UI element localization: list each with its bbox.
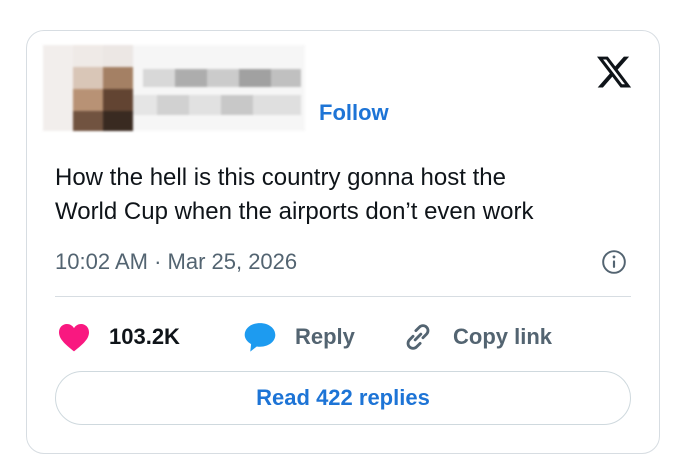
info-icon[interactable] bbox=[601, 249, 627, 275]
copy-link-label: Copy link bbox=[453, 324, 553, 349]
post-timestamp[interactable]: 10:02 AM · Mar 25, 2026 bbox=[55, 249, 297, 275]
copy-link-button[interactable]: Copy link bbox=[401, 317, 552, 357]
like-button[interactable]: 103.2K bbox=[57, 317, 180, 357]
like-count: 103.2K bbox=[109, 324, 180, 349]
reply-label: Reply bbox=[295, 324, 355, 349]
speech-bubble-icon bbox=[244, 323, 276, 352]
post-text: How the hell is this country gonna host … bbox=[55, 164, 534, 225]
divider bbox=[55, 296, 631, 297]
reply-button[interactable]: Reply bbox=[243, 317, 355, 357]
follow-button[interactable]: Follow bbox=[319, 100, 389, 126]
link-icon bbox=[406, 324, 430, 350]
blurred-author-info bbox=[43, 45, 305, 131]
embedded-post-card: Follow How the hell is this country gonn… bbox=[26, 30, 660, 454]
heart-icon bbox=[59, 324, 89, 352]
read-replies-button[interactable]: Read 422 replies bbox=[55, 371, 631, 425]
x-logo-icon[interactable] bbox=[595, 53, 633, 91]
